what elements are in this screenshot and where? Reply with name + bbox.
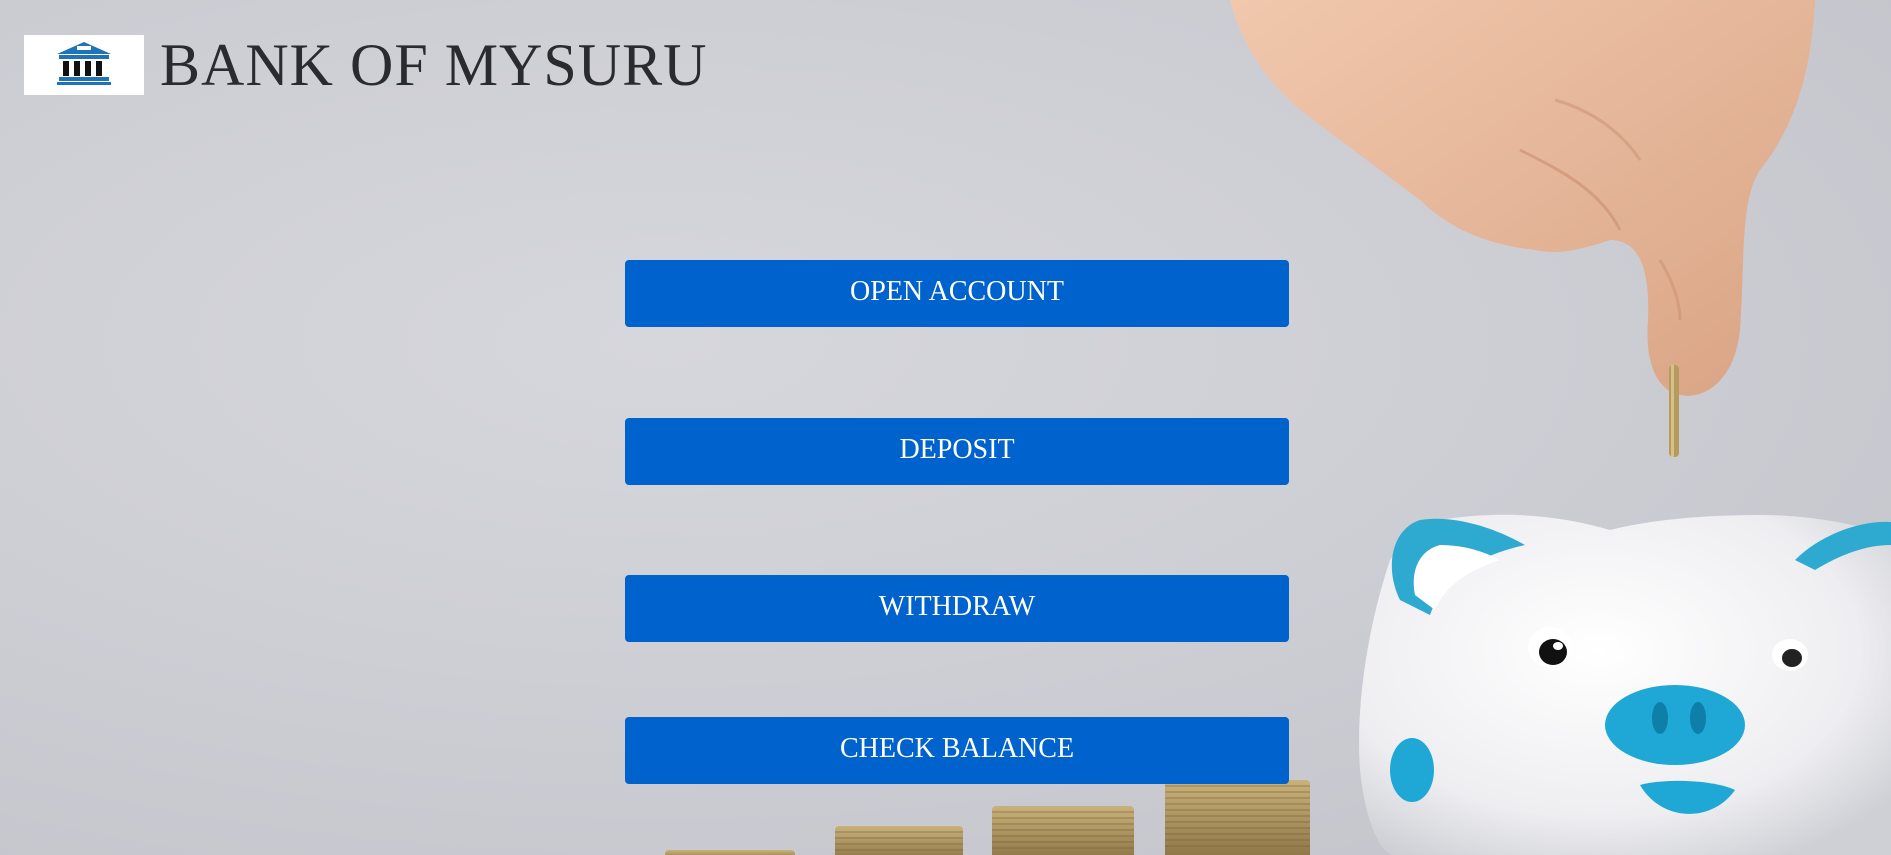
piggy-bank-illustration bbox=[1359, 514, 1891, 855]
withdraw-button[interactable]: WITHDRAW bbox=[625, 575, 1289, 642]
bank-logo bbox=[24, 35, 144, 95]
hand-illustration bbox=[1230, 0, 1815, 457]
coin-stacks-illustration bbox=[665, 780, 1310, 855]
open-account-button[interactable]: OPEN ACCOUNT bbox=[625, 260, 1289, 327]
check-balance-button[interactable]: CHECK BALANCE bbox=[625, 717, 1289, 784]
deposit-button[interactable]: DEPOSIT bbox=[625, 418, 1289, 485]
header: BANK OF MYSURU bbox=[24, 35, 707, 95]
bank-building-icon bbox=[55, 40, 113, 91]
page-title: BANK OF MYSURU bbox=[160, 32, 708, 98]
